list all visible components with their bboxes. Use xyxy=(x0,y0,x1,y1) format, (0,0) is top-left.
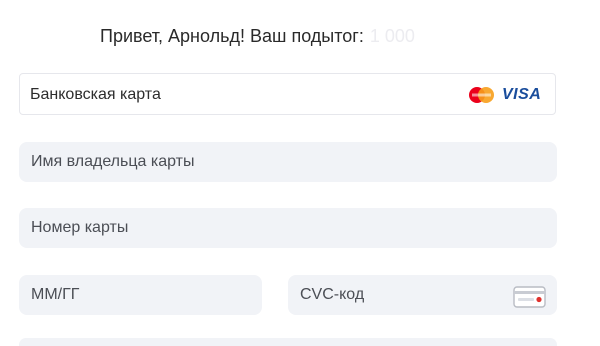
cvc-placeholder: CVC-код xyxy=(300,286,365,303)
card-number-placeholder: Номер карты xyxy=(31,219,129,236)
expiry-date-field[interactable]: ММ/ГГ xyxy=(19,275,262,315)
cardholder-name-placeholder: Имя владельца карты xyxy=(31,153,195,170)
payment-method-label: Банковская карта xyxy=(30,86,161,103)
card-cvc-icon xyxy=(513,286,546,308)
subtotal-amount: 1 000 xyxy=(369,26,415,46)
greeting-text: Привет, Арнольд! Ваш подытог: xyxy=(100,26,364,46)
payment-page: Привет, Арнольд! Ваш подытог: 1 000 Банко… xyxy=(0,0,600,346)
card-number-field[interactable]: Номер карты xyxy=(19,208,557,248)
cvc-field[interactable]: CVC-код xyxy=(288,275,557,315)
cardholder-name-field[interactable]: Имя владельца карты xyxy=(19,142,557,182)
mastercard-logo-icon xyxy=(469,87,494,103)
greeting-line: Привет, Арнольд! Ваш подытог: 1 000 xyxy=(100,26,415,47)
visa-logo-icon: VISA xyxy=(502,86,542,103)
next-field-partial xyxy=(19,338,557,346)
expiry-date-placeholder: ММ/ГГ xyxy=(31,286,80,303)
payment-method-selector[interactable]: Банковская карта VISA xyxy=(19,73,556,115)
